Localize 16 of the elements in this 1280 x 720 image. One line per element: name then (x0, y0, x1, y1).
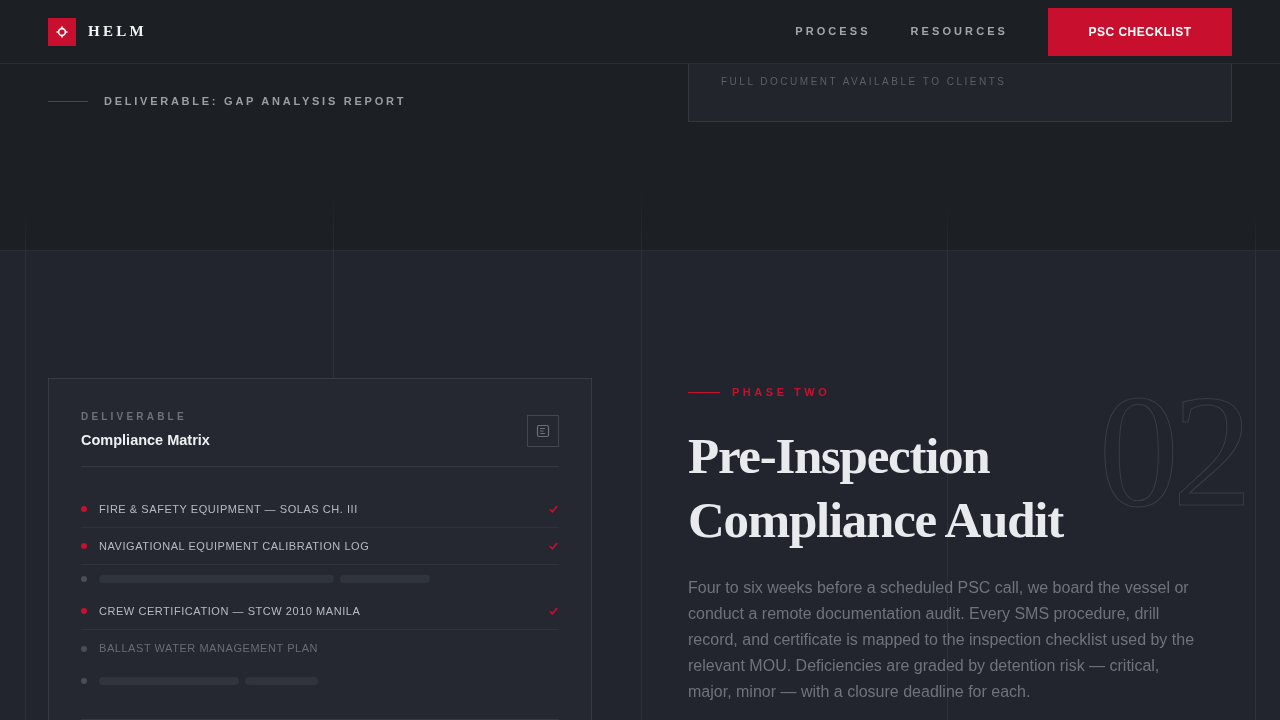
document-icon (527, 415, 559, 447)
checklist-item: FIRE & SAFETY EQUIPMENT — SOLAS CH. III (99, 501, 358, 517)
nav-link[interactable]: PROCESS (795, 23, 871, 40)
checklist-item: BALLAST WATER MANAGEMENT PLAN (99, 641, 319, 657)
nav-link[interactable]: RESOURCES (910, 23, 1008, 40)
checklist-item: NAVIGATIONAL EQUIPMENT CALIBRATION LOG (99, 538, 370, 554)
phase-eyebrow: PHASE TWO (732, 385, 831, 399)
card-eyebrow: DELIVERABLE (81, 411, 188, 423)
card-title: Compliance Matrix (81, 431, 210, 450)
deliverable-label: DELIVERABLE: GAP ANALYSIS REPORT (104, 93, 407, 109)
brand-name[interactable]: HELM (88, 20, 148, 43)
checklist-item: CREW CERTIFICATION — STCW 2010 MANILA (99, 603, 361, 619)
phase-description: Four to six weeks before a scheduled PSC call, we board the vessel or conduct a remote documentation audit. Every SMS procedure, drill record, and certificate is mapped to the inspection checklist used by the relevant MOU. Deficiencies are graded by detention risk — critical, major, minor — with a closure deadline for each. (688, 578, 1196, 702)
checklist-button[interactable]: PSC CHECKLIST (1048, 7, 1232, 56)
crosshair-logo-icon (48, 17, 76, 46)
phase-heading: Pre-Inspection Compliance Audit (688, 427, 1065, 550)
